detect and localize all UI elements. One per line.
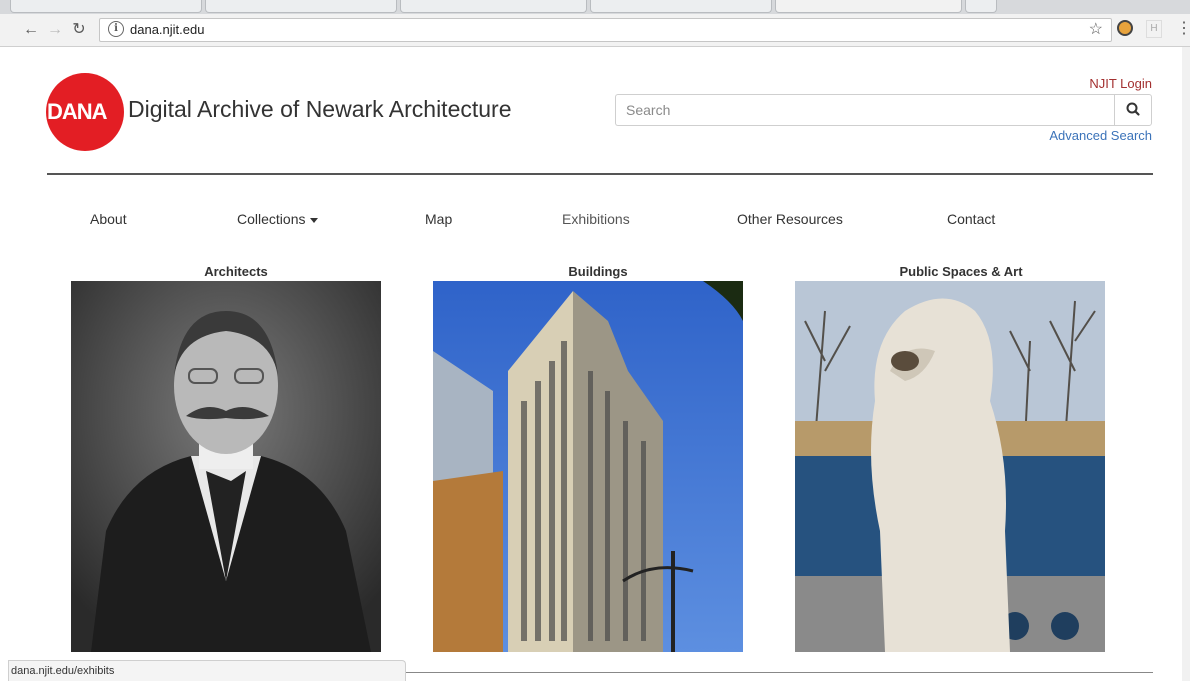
address-bar[interactable]: i dana.njit.edu ☆ [99,18,1112,42]
njit-login-link[interactable]: NJIT Login [1089,76,1152,91]
browser-tab[interactable] [590,0,772,13]
architects-image[interactable] [71,281,381,652]
caret-down-icon [310,217,319,223]
scrollbar[interactable] [1182,47,1190,681]
reload-icon[interactable]: ↻ [68,18,90,42]
browser-tab[interactable] [965,0,997,13]
back-arrow-icon[interactable]: ← [20,18,42,42]
nav-exhibitions[interactable]: Exhibitions [562,211,630,227]
browser-tab[interactable] [400,0,587,13]
search-input[interactable] [615,94,1115,126]
nav-contact[interactable]: Contact [947,211,995,227]
search-button[interactable] [1114,94,1152,126]
browser-tab[interactable] [205,0,397,13]
bookmark-star-icon[interactable]: ☆ [1089,19,1103,39]
nav-collections[interactable]: Collections [237,211,319,227]
browser-tab-active[interactable] [775,0,962,13]
status-bar: dana.njit.edu/exhibits [8,660,406,681]
info-icon[interactable]: i [108,21,124,37]
browser-tab-strip [0,0,1190,14]
browser-toolbar: ← → ↻ i dana.njit.edu ☆ H ⋮ [0,14,1190,47]
category-title-public-spaces[interactable]: Public Spaces & Art [806,264,1116,279]
site-title[interactable]: Digital Archive of Newark Architecture [128,96,512,123]
nav-other-resources[interactable]: Other Resources [737,211,843,227]
public-spaces-image[interactable] [795,281,1105,652]
building-photo-image [433,281,743,652]
nav-map[interactable]: Map [425,211,452,227]
nav-collections-label: Collections [237,211,306,227]
browser-menu-icon[interactable]: ⋮ [1176,18,1190,38]
extension-h-icon[interactable]: H [1146,20,1162,38]
architect-portrait-image [71,281,381,652]
logo-text: DANA [47,99,108,124]
search-icon [1126,102,1140,116]
buildings-image[interactable] [433,281,743,652]
header-divider [47,173,1153,175]
lion-statue-image [795,281,1105,652]
nav-about[interactable]: About [90,211,127,227]
address-url: dana.njit.edu [130,22,205,37]
category-title-buildings[interactable]: Buildings [443,264,753,279]
extension-icon[interactable] [1117,20,1133,36]
browser-tab[interactable] [10,0,202,13]
advanced-search-link[interactable]: Advanced Search [1049,128,1152,143]
category-title-architects[interactable]: Architects [81,264,391,279]
forward-arrow-icon[interactable]: → [44,18,66,42]
